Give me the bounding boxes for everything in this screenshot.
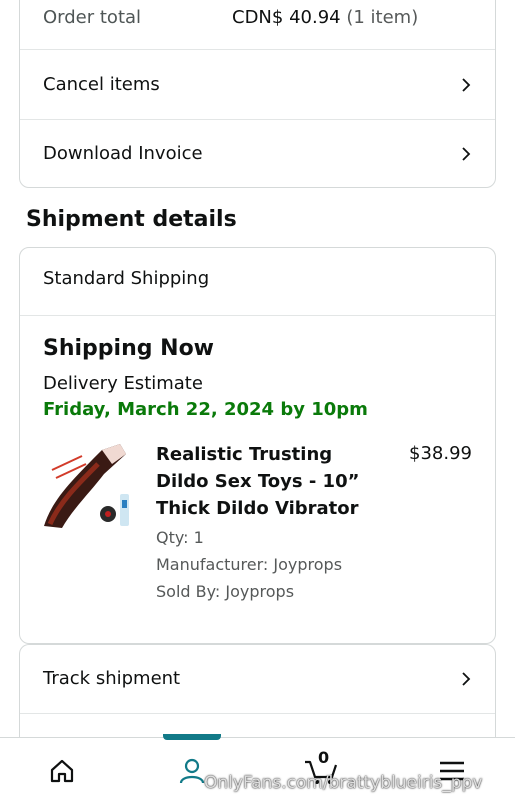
shipment-card: Standard Shipping Shipping Now Delivery … xyxy=(19,247,496,644)
chevron-right-icon xyxy=(462,77,471,92)
track-shipment-label: Track shipment xyxy=(43,668,181,689)
product-price: $38.99 xyxy=(409,443,472,464)
product-title[interactable]: Realistic Trusting Dildo Sex Toys - 10” … xyxy=(156,441,376,522)
chevron-right-icon xyxy=(462,146,471,161)
person-icon xyxy=(179,758,205,784)
order-summary-card: Order total CDN$ 40.94 (1 item) Cancel i… xyxy=(19,0,496,188)
product-image[interactable] xyxy=(42,440,134,532)
order-total-amount: CDN$ 40.94 xyxy=(232,7,341,28)
track-shipment-row[interactable]: Track shipment xyxy=(20,645,495,712)
download-invoice-label: Download Invoice xyxy=(43,143,203,164)
product-qty: Qty: 1 xyxy=(156,528,204,547)
product-sold-by: Sold By: Joyprops xyxy=(156,582,295,601)
active-tab-indicator xyxy=(163,734,221,740)
shipping-method: Standard Shipping xyxy=(43,268,210,289)
product-title-line: Thick Dildo Vibrator xyxy=(156,498,359,519)
shipment-details-heading: Shipment details xyxy=(26,207,237,232)
order-total-value: CDN$ 40.94 (1 item) xyxy=(232,7,418,28)
cancel-items-label: Cancel items xyxy=(43,74,160,95)
home-icon xyxy=(50,759,74,783)
product-manufacturer: Manufacturer: Joyprops xyxy=(156,555,343,574)
nav-home[interactable] xyxy=(42,751,82,791)
shipping-status: Shipping Now xyxy=(43,336,215,361)
watermark-text: OnlyFans.com/brattyblueiris_ppv xyxy=(204,773,483,793)
download-invoice-row[interactable]: Download Invoice xyxy=(20,120,495,187)
product-title-line: Realistic Trusting xyxy=(156,444,333,465)
chevron-right-icon xyxy=(462,671,471,686)
order-total-label: Order total xyxy=(43,7,142,28)
delivery-estimate-label: Delivery Estimate xyxy=(43,373,203,394)
order-total-count: (1 item) xyxy=(346,7,419,28)
divider xyxy=(20,713,495,714)
divider xyxy=(20,315,495,316)
delivery-estimate-date: Friday, March 22, 2024 by 10pm xyxy=(43,399,368,420)
product-title-line: Dildo Sex Toys - 10” xyxy=(156,471,360,492)
cart-count-badge: 0 xyxy=(318,748,330,767)
cancel-items-row[interactable]: Cancel items xyxy=(20,50,495,119)
